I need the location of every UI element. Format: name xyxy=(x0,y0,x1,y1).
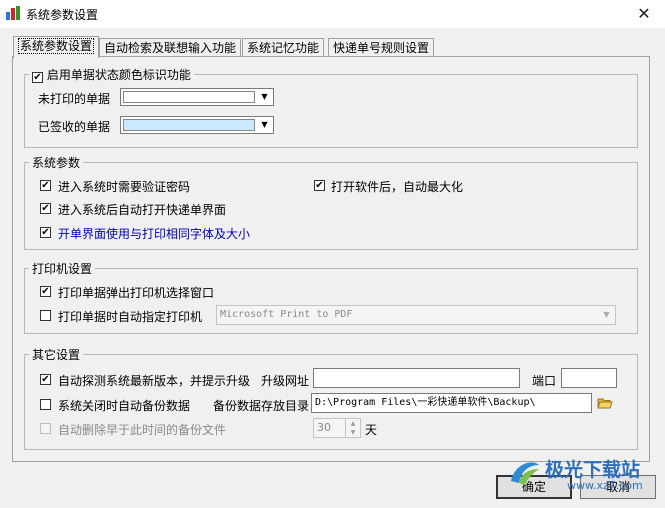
auto-printer-checkbox[interactable] xyxy=(40,310,51,321)
auto-delete-label: 自动删除早于此时间的备份文件 xyxy=(58,423,227,437)
window-title: 系统参数设置 xyxy=(26,8,99,22)
chevron-down-icon[interactable]: ▼ xyxy=(257,90,272,104)
days-unit: 天 xyxy=(365,423,378,437)
signed-color-select[interactable]: ▼ xyxy=(120,116,274,134)
other-legend: 其它设置 xyxy=(29,346,84,363)
printer-legend: 打印机设置 xyxy=(29,260,96,277)
auto-delete-checkbox[interactable] xyxy=(40,423,51,434)
auto-open-checkbox[interactable]: ✔ xyxy=(40,203,51,214)
update-url-input[interactable] xyxy=(313,368,520,388)
close-button[interactable]: ✕ xyxy=(630,3,658,25)
printer-popup-label: 打印单据弹出打印机选择窗口 xyxy=(58,286,215,300)
port-label: 端口 xyxy=(532,374,557,388)
status-color-group xyxy=(24,74,638,148)
tab-memory[interactable]: 系统记忆功能 xyxy=(242,38,325,57)
color-swatch xyxy=(123,91,255,103)
watermark-url: www.xz7.com xyxy=(567,479,643,492)
watermark-brand: 极光下载站 xyxy=(545,459,641,481)
auto-open-label: 进入系统后自动打开快递单界面 xyxy=(58,203,227,217)
system-params-legend: 系统参数 xyxy=(29,154,84,171)
auto-backup-checkbox[interactable] xyxy=(40,399,51,410)
tab-tracking-rules[interactable]: 快递单号规则设置 xyxy=(328,38,435,57)
app-icon xyxy=(6,6,20,20)
auto-update-label: 自动探测系统最新版本，并提示升级 xyxy=(58,374,251,388)
status-color-checkbox[interactable]: ✔ xyxy=(32,72,43,83)
printer-name: Microsoft Print to PDF xyxy=(220,309,353,320)
auto-update-checkbox[interactable]: ✔ xyxy=(40,374,51,385)
port-input[interactable] xyxy=(561,368,617,388)
backup-dir-input[interactable]: D:\Program Files\一彩快递单软件\Backup\ xyxy=(311,393,592,413)
days-value: 30 xyxy=(317,421,331,434)
signed-label: 已签收的单据 xyxy=(38,120,111,134)
chevron-down-icon[interactable]: ▼ xyxy=(257,118,272,132)
auto-printer-label: 打印单据时自动指定打印机 xyxy=(58,310,203,324)
title-bar xyxy=(0,0,665,28)
same-font-checkbox[interactable]: ✔ xyxy=(40,227,51,238)
status-color-legend: ✔ 启用单据状态颜色标识功能 xyxy=(29,66,194,83)
printer-popup-checkbox[interactable]: ✔ xyxy=(40,286,51,297)
auto-maximize-checkbox[interactable]: ✔ xyxy=(314,180,325,191)
backup-dir-label: 备份数据存放目录 xyxy=(213,399,310,413)
chevron-down-icon[interactable]: ▼ xyxy=(599,307,614,323)
tab-label: 系统参数设置 xyxy=(18,38,95,54)
watermark-logo-icon xyxy=(511,462,539,485)
unprinted-label: 未打印的单据 xyxy=(38,92,111,106)
same-font-label: 开单界面使用与打印相同字体及大小 xyxy=(58,227,251,241)
verify-password-checkbox[interactable]: ✔ xyxy=(40,180,51,191)
status-color-label: 启用单据状态颜色标识功能 xyxy=(46,68,191,82)
printer-select[interactable]: Microsoft Print to PDF xyxy=(216,305,616,325)
spinner-arrows-icon[interactable]: ▲ ▼ xyxy=(345,419,360,437)
tab-system-params[interactable]: 系统参数设置 xyxy=(13,36,100,58)
unprinted-color-select[interactable]: ▼ xyxy=(120,88,274,106)
verify-password-label: 进入系统时需要验证密码 xyxy=(58,180,191,194)
days-spinner[interactable]: 30 ▲ ▼ xyxy=(313,418,361,438)
folder-open-icon[interactable] xyxy=(597,397,613,409)
color-swatch xyxy=(123,119,255,131)
auto-backup-label: 系统关闭时自动备份数据 xyxy=(58,399,191,413)
tab-auto-search[interactable]: 自动检索及联想输入功能 xyxy=(99,38,242,57)
auto-maximize-label: 打开软件后，自动最大化 xyxy=(331,180,464,194)
update-url-label: 升级网址 xyxy=(261,374,310,388)
